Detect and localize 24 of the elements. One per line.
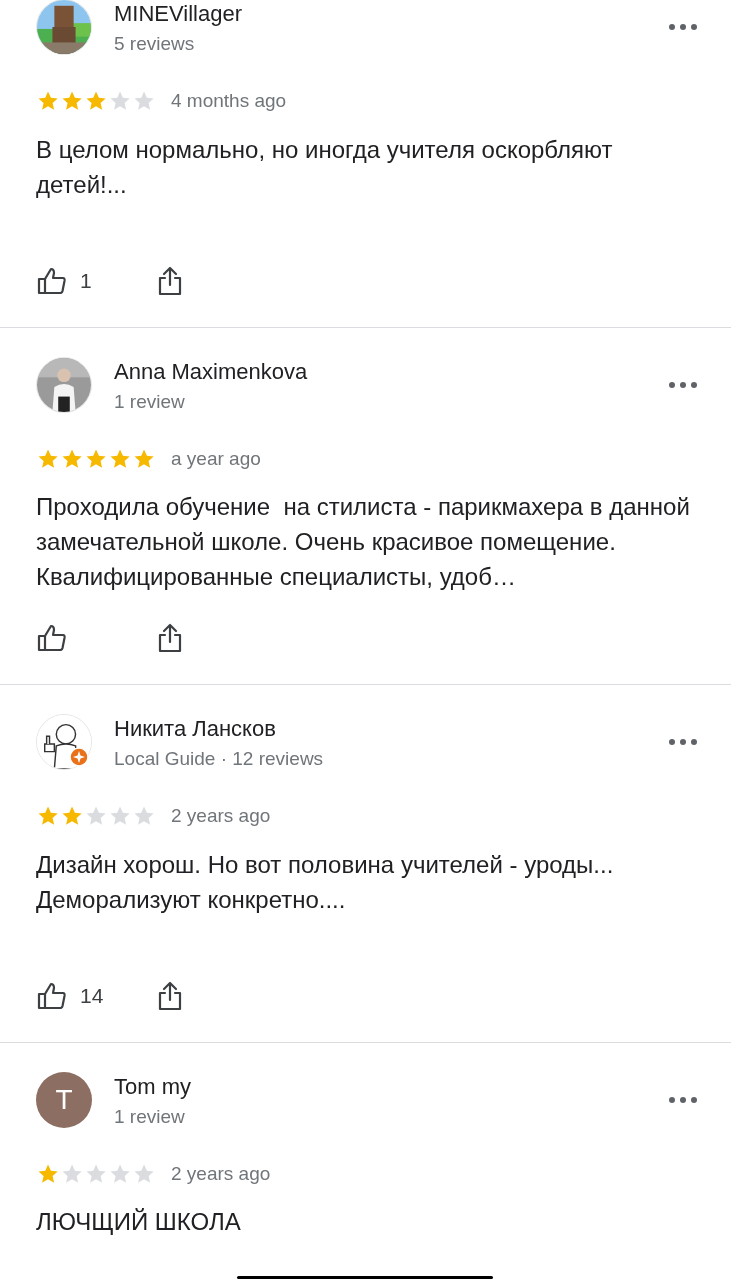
reviewer-name[interactable]: Anna Maximenkova — [114, 357, 663, 386]
like-button[interactable]: 1 — [36, 264, 154, 297]
review-time: 4 months ago — [171, 89, 287, 113]
reviewer-info: 1 review — [114, 389, 186, 414]
reviewer-info: Local Guide · 12 reviews — [114, 747, 325, 771]
reviewer-name[interactable]: Tom my — [114, 1072, 663, 1101]
like-button[interactable]: 14 — [36, 979, 154, 1012]
more-icon — [668, 738, 698, 746]
review-time: 2 years ago — [171, 1161, 271, 1186]
reviewer-info: 5 reviews — [114, 32, 196, 56]
thumbs-up-icon — [36, 622, 68, 654]
reviewer-name[interactable]: MINEVillager — [114, 0, 663, 28]
reviewer-name[interactable]: Никита Лансков — [114, 715, 663, 743]
more-icon — [668, 23, 698, 31]
review-time: a year ago — [171, 446, 261, 471]
avatar-letter: T — [55, 1082, 73, 1117]
review-text: Дизайн хорош. Но вот половина учителей - уроды... Деморализуют конкретно.... — [36, 849, 615, 915]
review-text: Проходила обучение на стилиста - парикмахера в данной замечательной школе. Очень красивое помещение. Квалифицированные специалисты, удоб… — [36, 492, 691, 592]
more-icon — [668, 1095, 698, 1104]
review-text: В целом нормально, но иногда учителя оскорбляют детей!... — [36, 134, 614, 200]
reviewer-info: 1 review — [114, 1104, 186, 1129]
more-icon — [668, 380, 698, 389]
review-text: ЛЮЧЩИЙ ШКОЛА — [36, 1207, 242, 1237]
review-time: 2 years ago — [171, 804, 271, 828]
